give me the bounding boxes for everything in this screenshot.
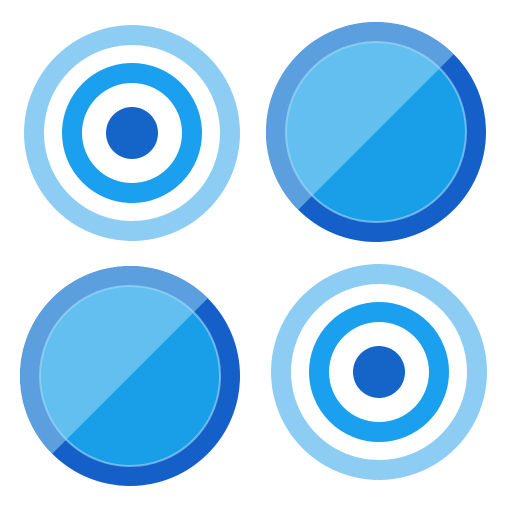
center-dot [106,107,158,159]
glossy-disc-icon-top-right [264,20,488,244]
target-rings-icon-top-left [21,22,243,244]
glossy-disc-icon-bottom-left [18,264,242,488]
icon-canvas [0,0,512,512]
center-dot [353,346,405,398]
target-rings-icon-bottom-right [268,261,490,483]
